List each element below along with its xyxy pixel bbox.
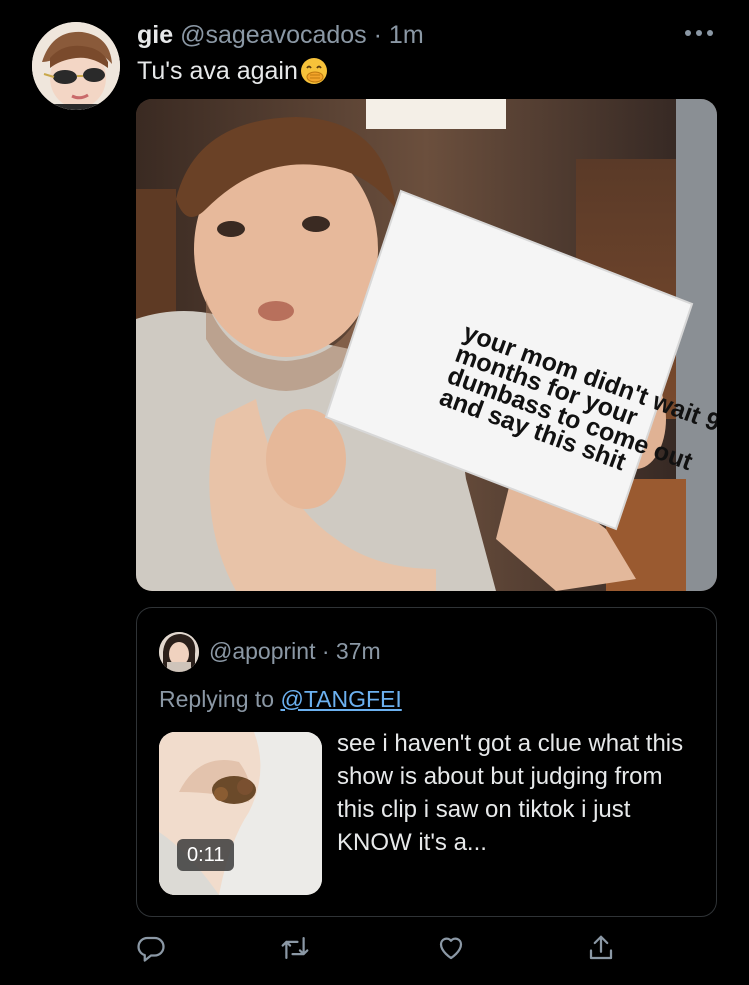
tweet-text-content: Tu's ava again	[137, 57, 298, 85]
tweet-header: gie @sageavocados · 1m	[137, 18, 727, 52]
quoted-handle[interactable]: @apoprint	[209, 638, 315, 664]
retweet-icon	[281, 937, 309, 959]
retweet-button[interactable]	[272, 925, 318, 971]
quoted-video-thumbnail[interactable]: 0:11	[159, 732, 322, 895]
author-avatar-image	[32, 22, 120, 110]
face-with-hand-over-mouth-emoji	[300, 58, 327, 84]
video-duration-badge: 0:11	[177, 839, 235, 871]
meme-photo	[136, 99, 717, 591]
tweet-text: Tu's ava again	[137, 55, 328, 87]
tweet-action-bar	[136, 925, 636, 971]
quoted-avatar-image	[159, 632, 199, 672]
more-options-button[interactable]	[679, 18, 719, 48]
quoted-author-avatar[interactable]	[159, 632, 199, 672]
share-icon	[589, 935, 613, 960]
replying-to-prefix: Replying to	[159, 686, 275, 712]
quoted-timestamp[interactable]: 37m	[336, 638, 381, 664]
quoted-tweet-text: see i haven't got a clue what this show …	[337, 730, 684, 856]
like-button[interactable]	[428, 925, 474, 971]
author-name[interactable]: gie	[137, 21, 173, 49]
quoted-tweet[interactable]: @apoprint · 37m Replying to @TANGFEI 0:1…	[136, 607, 717, 917]
reply-icon	[137, 936, 165, 962]
tweet-timestamp[interactable]: 1m	[389, 21, 424, 49]
replying-to-link[interactable]: @TANGFEI	[280, 686, 401, 712]
author-handle[interactable]: @sageavocados	[180, 21, 367, 49]
quoted-separator: ·	[321, 638, 330, 664]
more-icon	[685, 30, 713, 36]
author-avatar[interactable]	[32, 22, 120, 110]
tweet-media-image[interactable]: your mom didn't wait 9 months for your d…	[136, 99, 717, 591]
share-button[interactable]	[578, 925, 624, 971]
quoted-header: @apoprint · 37m	[209, 636, 381, 666]
heart-icon	[439, 937, 463, 960]
replying-to: Replying to @TANGFEI	[159, 684, 402, 714]
header-separator: ·	[373, 21, 382, 49]
reply-button[interactable]	[128, 925, 174, 971]
